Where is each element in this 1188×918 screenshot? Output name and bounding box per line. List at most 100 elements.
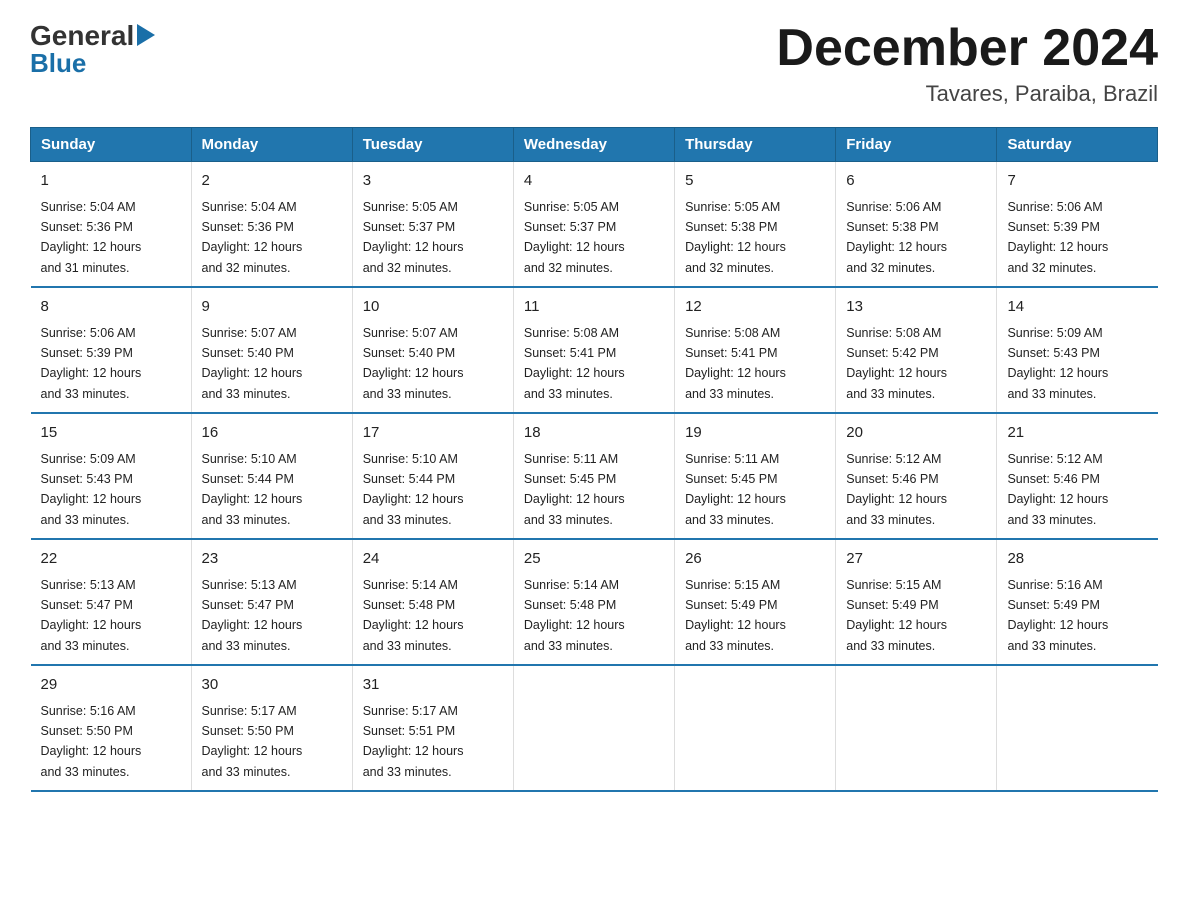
day-detail: Sunrise: 5:17 AMSunset: 5:50 PMDaylight:… (202, 704, 303, 779)
calendar-cell: 30Sunrise: 5:17 AMSunset: 5:50 PMDayligh… (191, 665, 352, 791)
day-number: 6 (846, 170, 986, 193)
day-number: 16 (202, 422, 342, 445)
day-detail: Sunrise: 5:04 AMSunset: 5:36 PMDaylight:… (202, 200, 303, 275)
calendar-cell: 25 Sunrise: 5:14 AMSunset: 5:48 PMDayligh… (513, 539, 674, 665)
header-wednesday: Wednesday (513, 128, 674, 162)
day-detail: Sunrise: 5:08 AMSunset: 5:41 PMDaylight:… (685, 326, 786, 401)
page-header: General Blue December 2024 Tavares, Para… (30, 20, 1158, 107)
day-detail: Sunrise: 5:14 AMSunset: 5:48 PMDaylight:… (363, 578, 464, 653)
calendar-cell: 2 Sunrise: 5:04 AMSunset: 5:36 PMDaylight… (191, 162, 352, 288)
day-detail: Sunrise: 5:14 AMSunset: 5:48 PMDaylight:… (524, 578, 625, 653)
day-detail: Sunrise: 5:07 AMSunset: 5:40 PMDaylight:… (202, 326, 303, 401)
logo-arrow-icon (137, 24, 155, 46)
calendar-cell: 23 Sunrise: 5:13 AMSunset: 5:47 PMDayligh… (191, 539, 352, 665)
day-number: 29 (41, 674, 181, 697)
calendar-cell: 6 Sunrise: 5:06 AMSunset: 5:38 PMDaylight… (836, 162, 997, 288)
calendar-cell: 9 Sunrise: 5:07 AMSunset: 5:40 PMDaylight… (191, 287, 352, 413)
day-number: 2 (202, 170, 342, 193)
calendar-cell: 27Sunrise: 5:15 AMSunset: 5:49 PMDayligh… (836, 539, 997, 665)
day-number: 27 (846, 548, 986, 571)
calendar-cell: 22 Sunrise: 5:13 AMSunset: 5:47 PMDayligh… (31, 539, 192, 665)
day-detail: Sunrise: 5:10 AMSunset: 5:44 PMDaylight:… (363, 452, 464, 527)
calendar-cell: 11 Sunrise: 5:08 AMSunset: 5:41 PMDayligh… (513, 287, 674, 413)
calendar-cell: 17 Sunrise: 5:10 AMSunset: 5:44 PMDayligh… (352, 413, 513, 539)
location-subtitle: Tavares, Paraiba, Brazil (776, 81, 1158, 107)
day-detail: Sunrise: 5:11 AMSunset: 5:45 PMDaylight:… (524, 452, 625, 527)
day-number: 26 (685, 548, 825, 571)
calendar-cell: 19Sunrise: 5:11 AMSunset: 5:45 PMDayligh… (675, 413, 836, 539)
day-detail: Sunrise: 5:05 AMSunset: 5:38 PMDaylight:… (685, 200, 786, 275)
calendar-cell: 4 Sunrise: 5:05 AMSunset: 5:37 PMDaylight… (513, 162, 674, 288)
calendar-cell: 10Sunrise: 5:07 AMSunset: 5:40 PMDayligh… (352, 287, 513, 413)
day-number: 7 (1007, 170, 1147, 193)
day-number: 25 (524, 548, 664, 571)
day-detail: Sunrise: 5:15 AMSunset: 5:49 PMDaylight:… (685, 578, 786, 653)
day-number: 21 (1007, 422, 1147, 445)
day-number: 20 (846, 422, 986, 445)
day-number: 12 (685, 296, 825, 319)
calendar-cell: 8 Sunrise: 5:06 AMSunset: 5:39 PMDaylight… (31, 287, 192, 413)
day-number: 14 (1007, 296, 1147, 319)
calendar-table: Sunday Monday Tuesday Wednesday Thursday… (30, 127, 1158, 792)
calendar-cell: 21Sunrise: 5:12 AMSunset: 5:46 PMDayligh… (997, 413, 1158, 539)
day-number: 31 (363, 674, 503, 697)
logo: General Blue (30, 20, 155, 79)
day-number: 15 (41, 422, 181, 445)
calendar-cell: 15 Sunrise: 5:09 AMSunset: 5:43 PMDayligh… (31, 413, 192, 539)
day-detail: Sunrise: 5:08 AMSunset: 5:41 PMDaylight:… (524, 326, 625, 401)
day-detail: Sunrise: 5:05 AMSunset: 5:37 PMDaylight:… (363, 200, 464, 275)
calendar-cell (836, 665, 997, 791)
header-tuesday: Tuesday (352, 128, 513, 162)
calendar-week-row: 1 Sunrise: 5:04 AMSunset: 5:36 PMDaylight… (31, 162, 1158, 288)
day-detail: Sunrise: 5:04 AMSunset: 5:36 PMDaylight:… (41, 200, 142, 275)
header-friday: Friday (836, 128, 997, 162)
day-number: 9 (202, 296, 342, 319)
day-number: 4 (524, 170, 664, 193)
day-number: 24 (363, 548, 503, 571)
calendar-cell: 7 Sunrise: 5:06 AMSunset: 5:39 PMDaylight… (997, 162, 1158, 288)
day-detail: Sunrise: 5:13 AMSunset: 5:47 PMDaylight:… (202, 578, 303, 653)
day-detail: Sunrise: 5:09 AMSunset: 5:43 PMDaylight:… (1007, 326, 1108, 401)
day-detail: Sunrise: 5:13 AMSunset: 5:47 PMDaylight:… (41, 578, 142, 653)
header-saturday: Saturday (997, 128, 1158, 162)
day-number: 22 (41, 548, 181, 571)
calendar-cell: 26 Sunrise: 5:15 AMSunset: 5:49 PMDayligh… (675, 539, 836, 665)
day-number: 11 (524, 296, 664, 319)
day-detail: Sunrise: 5:12 AMSunset: 5:46 PMDaylight:… (846, 452, 947, 527)
day-number: 17 (363, 422, 503, 445)
day-detail: Sunrise: 5:06 AMSunset: 5:39 PMDaylight:… (41, 326, 142, 401)
calendar-week-row: 29Sunrise: 5:16 AMSunset: 5:50 PMDayligh… (31, 665, 1158, 791)
day-number: 23 (202, 548, 342, 571)
day-number: 8 (41, 296, 181, 319)
calendar-week-row: 15 Sunrise: 5:09 AMSunset: 5:43 PMDayligh… (31, 413, 1158, 539)
logo-blue-text: Blue (30, 48, 86, 78)
day-detail: Sunrise: 5:08 AMSunset: 5:42 PMDaylight:… (846, 326, 947, 401)
calendar-cell: 16 Sunrise: 5:10 AMSunset: 5:44 PMDayligh… (191, 413, 352, 539)
day-detail: Sunrise: 5:07 AMSunset: 5:40 PMDaylight:… (363, 326, 464, 401)
day-detail: Sunrise: 5:05 AMSunset: 5:37 PMDaylight:… (524, 200, 625, 275)
day-number: 5 (685, 170, 825, 193)
calendar-cell: 29Sunrise: 5:16 AMSunset: 5:50 PMDayligh… (31, 665, 192, 791)
day-detail: Sunrise: 5:06 AMSunset: 5:39 PMDaylight:… (1007, 200, 1108, 275)
day-detail: Sunrise: 5:09 AMSunset: 5:43 PMDaylight:… (41, 452, 142, 527)
day-detail: Sunrise: 5:06 AMSunset: 5:38 PMDaylight:… (846, 200, 947, 275)
calendar-week-row: 22 Sunrise: 5:13 AMSunset: 5:47 PMDayligh… (31, 539, 1158, 665)
header-thursday: Thursday (675, 128, 836, 162)
calendar-cell: 18Sunrise: 5:11 AMSunset: 5:45 PMDayligh… (513, 413, 674, 539)
calendar-cell: 13Sunrise: 5:08 AMSunset: 5:42 PMDayligh… (836, 287, 997, 413)
header-monday: Monday (191, 128, 352, 162)
calendar-cell: 28Sunrise: 5:16 AMSunset: 5:49 PMDayligh… (997, 539, 1158, 665)
calendar-cell: 14 Sunrise: 5:09 AMSunset: 5:43 PMDayligh… (997, 287, 1158, 413)
day-detail: Sunrise: 5:16 AMSunset: 5:49 PMDaylight:… (1007, 578, 1108, 653)
day-number: 1 (41, 170, 181, 193)
calendar-cell: 20 Sunrise: 5:12 AMSunset: 5:46 PMDayligh… (836, 413, 997, 539)
calendar-cell (997, 665, 1158, 791)
day-detail: Sunrise: 5:17 AMSunset: 5:51 PMDaylight:… (363, 704, 464, 779)
day-detail: Sunrise: 5:10 AMSunset: 5:44 PMDaylight:… (202, 452, 303, 527)
calendar-cell (513, 665, 674, 791)
day-number: 3 (363, 170, 503, 193)
calendar-cell: 12 Sunrise: 5:08 AMSunset: 5:41 PMDayligh… (675, 287, 836, 413)
title-block: December 2024 Tavares, Paraiba, Brazil (776, 20, 1158, 107)
calendar-cell (675, 665, 836, 791)
calendar-week-row: 8 Sunrise: 5:06 AMSunset: 5:39 PMDaylight… (31, 287, 1158, 413)
